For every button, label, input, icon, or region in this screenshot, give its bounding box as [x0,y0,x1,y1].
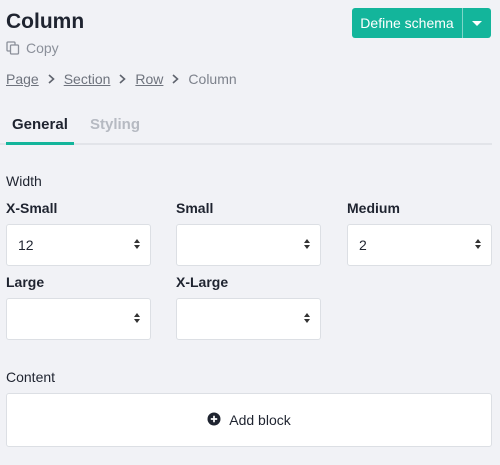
breadcrumb-current: Column [188,71,237,87]
plus-circle-icon [207,412,221,429]
breadcrumb-row[interactable]: Row [135,71,163,87]
breadcrumb-section[interactable]: Section [64,71,111,87]
width-heading: Width [6,173,42,189]
chevron-right-icon [48,74,55,84]
large-select[interactable] [6,298,151,340]
chevron-right-icon [172,74,180,84]
breadcrumb: Page Section Row Column [6,71,237,87]
chevron-right-icon [119,74,127,84]
tab-general[interactable]: General [12,116,68,133]
tab-styling[interactable]: Styling [90,116,140,133]
chevron-down-icon [472,20,482,26]
content-heading: Content [6,369,56,385]
select-arrows-icon [134,239,140,249]
add-block-label: Add block [229,412,291,428]
small-select[interactable] [176,224,321,266]
x-small-select[interactable]: 12 [6,224,151,266]
define-schema-button-group: Define schema [352,8,491,38]
breadcrumb-page[interactable]: Page [6,71,39,87]
select-arrows-icon [304,239,310,249]
x-small-value: 12 [18,237,34,253]
select-arrows-icon [134,313,140,323]
x-small-label: X-Small [6,200,58,216]
x-large-select[interactable] [176,298,321,340]
tab-bar: General Styling [0,108,492,145]
copy-label: Copy [26,40,59,56]
select-arrows-icon [304,313,310,323]
column-editor-panel: Column Copy Define schema Page Section R… [0,0,500,465]
define-schema-button[interactable]: Define schema [352,8,462,38]
add-block-button[interactable]: Add block [6,393,492,447]
medium-select[interactable]: 2 [347,224,492,266]
medium-value: 2 [359,237,367,253]
copy-icon [6,41,20,55]
x-large-label: X-Large [176,274,229,290]
copy-button[interactable]: Copy [6,40,59,56]
select-arrows-icon [475,239,481,249]
schema-dropdown-toggle[interactable] [463,8,491,38]
page-title: Column [6,10,85,33]
large-label: Large [6,274,45,290]
medium-label: Medium [347,200,400,216]
active-tab-indicator [6,142,74,145]
small-label: Small [176,200,214,216]
